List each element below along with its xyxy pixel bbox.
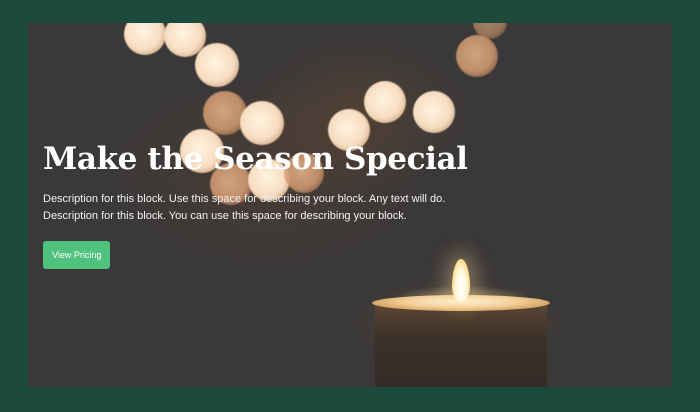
bokeh-light <box>364 81 406 123</box>
bokeh-light <box>195 43 239 87</box>
bokeh-light <box>456 35 498 77</box>
hero-title: Make the Season Special <box>43 141 468 177</box>
hero-description: Description for this block. Use this spa… <box>43 191 463 225</box>
hero-description-line: Description for this block. You can use … <box>43 210 407 223</box>
bokeh-light <box>240 101 284 145</box>
bokeh-light <box>124 23 166 55</box>
candle-image <box>372 259 550 387</box>
hero-description-line: Description for this block. Use this spa… <box>43 193 446 206</box>
hero-section: Make the Season Special Description for … <box>28 23 672 387</box>
hero-content: Make the Season Special Description for … <box>43 141 468 270</box>
view-pricing-button[interactable]: View Pricing <box>43 241 111 270</box>
bokeh-light <box>413 91 455 133</box>
candle-body <box>375 304 547 387</box>
